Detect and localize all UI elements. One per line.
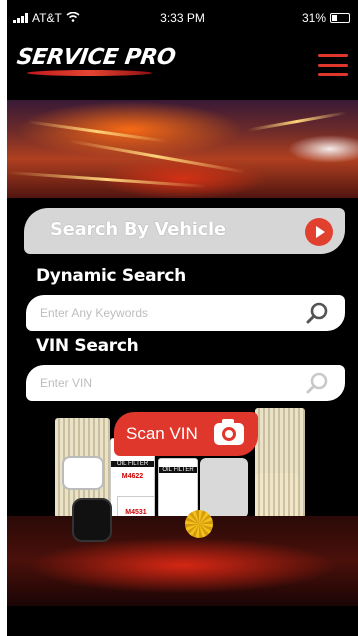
battery-percent: 31%: [301, 11, 326, 25]
app-header: SERVICE PRO: [7, 34, 358, 98]
cartridge-filter-image: [185, 510, 213, 538]
battery-group: 31%: [302, 11, 350, 25]
oil-filter-canister: [72, 498, 112, 542]
oil-filter-canister: [200, 458, 248, 518]
status-bar: AT&T 3:33 PM 31%: [7, 0, 358, 34]
background-car-image: [7, 516, 358, 606]
camera-icon: [214, 419, 244, 445]
app-screen: AT&T 3:33 PM 31% SERVICE PRO Search By V…: [7, 0, 358, 636]
hamburger-menu-icon[interactable]: [318, 54, 348, 76]
filter-box: OIL FILTER: [158, 458, 198, 518]
dynamic-search-input[interactable]: [26, 295, 345, 331]
search-by-vehicle-label: Search By Vehicle: [50, 219, 226, 240]
search-icon[interactable]: [305, 371, 329, 395]
search-icon[interactable]: [305, 301, 329, 325]
hero-banner-image: [7, 100, 358, 198]
vin-search-heading: VIN Search: [36, 336, 139, 356]
vin-search-input[interactable]: [26, 365, 345, 401]
fuel-filter-image: [62, 456, 104, 490]
scan-vin-button[interactable]: Scan VIN: [114, 412, 258, 456]
arrow-right-icon: [305, 218, 333, 246]
battery-icon: [330, 13, 350, 23]
logo-swoosh: [27, 70, 152, 76]
service-pro-logo: SERVICE PRO: [15, 45, 177, 70]
scan-vin-label: Scan VIN: [126, 424, 198, 443]
dynamic-search-heading: Dynamic Search: [36, 266, 186, 286]
search-panel: Search By Vehicle Dynamic Search VIN Sea…: [7, 198, 358, 636]
search-by-vehicle-button[interactable]: Search By Vehicle: [24, 208, 345, 254]
